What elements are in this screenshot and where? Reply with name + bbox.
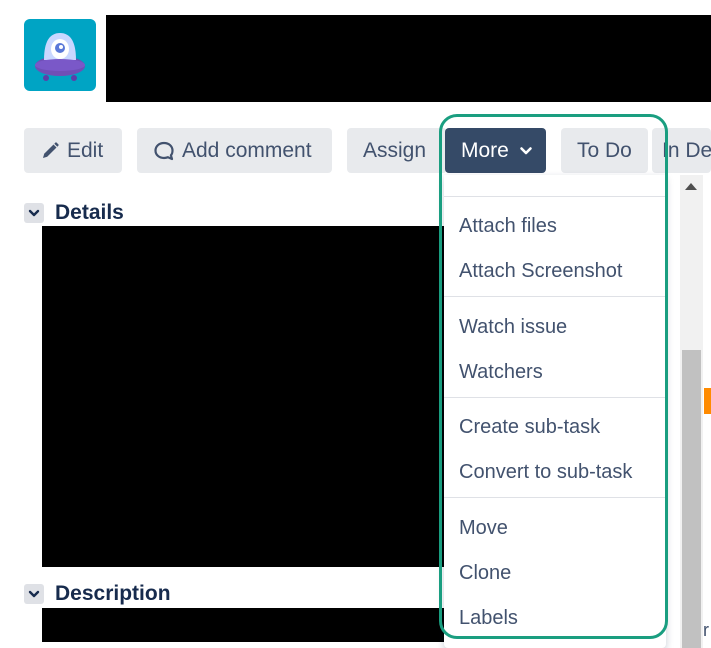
add-comment-label: Add comment bbox=[182, 138, 312, 162]
details-title: Details bbox=[55, 201, 124, 224]
details-section-header[interactable]: Details bbox=[24, 201, 124, 225]
scroll-up-arrow-icon[interactable] bbox=[685, 183, 697, 190]
assign-button[interactable]: Assign bbox=[347, 128, 447, 173]
in-development-label: In De bbox=[662, 138, 711, 162]
more-dropdown-menu: Attach files Attach Screenshot Watch iss… bbox=[444, 175, 666, 648]
menu-item-convert-to-sub-task[interactable]: Convert to sub-task bbox=[444, 452, 666, 492]
scrollbar-thumb[interactable] bbox=[682, 350, 701, 648]
in-development-button[interactable]: In De bbox=[652, 128, 711, 173]
menu-divider bbox=[444, 196, 666, 197]
chevron-down-icon bbox=[520, 146, 532, 154]
project-avatar[interactable] bbox=[24, 19, 96, 91]
redacted-description-content bbox=[42, 608, 444, 642]
menu-item-label: Attach Screenshot bbox=[459, 259, 623, 282]
description-section-header[interactable]: Description bbox=[24, 582, 171, 606]
add-comment-button[interactable]: Add comment bbox=[137, 128, 332, 173]
to-do-label: To Do bbox=[577, 138, 632, 162]
menu-item-label: Clone bbox=[459, 561, 512, 584]
menu-item-label: Labels bbox=[459, 606, 518, 629]
more-button[interactable]: More bbox=[445, 128, 546, 173]
pencil-icon bbox=[43, 141, 59, 158]
menu-item-watchers[interactable]: Watchers bbox=[444, 352, 666, 392]
menu-divider bbox=[444, 397, 666, 398]
menu-item-label: Watch issue bbox=[459, 315, 568, 338]
speech-bubble-icon bbox=[154, 141, 174, 160]
redacted-details-content bbox=[42, 226, 444, 567]
to-do-button[interactable]: To Do bbox=[561, 128, 648, 173]
chevron-down-icon[interactable] bbox=[24, 584, 44, 604]
menu-item-create-sub-task[interactable]: Create sub-task bbox=[444, 407, 666, 447]
redacted-issue-title bbox=[106, 15, 711, 102]
menu-item-label: Convert to sub-task bbox=[459, 460, 633, 483]
more-label: More bbox=[461, 138, 509, 162]
chevron-down-icon[interactable] bbox=[24, 203, 44, 223]
edit-button[interactable]: Edit bbox=[24, 128, 122, 173]
page-scrollbar[interactable] bbox=[680, 175, 703, 648]
menu-item-labels[interactable]: Labels bbox=[444, 598, 666, 638]
description-title: Description bbox=[55, 582, 171, 605]
menu-divider bbox=[444, 497, 666, 498]
assign-label: Assign bbox=[363, 138, 427, 162]
edit-label: Edit bbox=[67, 138, 104, 162]
clipped-text: r bbox=[703, 620, 709, 640]
menu-item-watch-issue[interactable]: Watch issue bbox=[444, 307, 666, 347]
menu-item-move[interactable]: Move bbox=[444, 508, 666, 548]
menu-item-label: Move bbox=[459, 516, 508, 539]
menu-item-label: Watchers bbox=[459, 360, 543, 383]
menu-item-label: Attach files bbox=[459, 214, 557, 237]
menu-item-label: Create sub-task bbox=[459, 415, 601, 438]
menu-item-attach-files[interactable]: Attach files bbox=[444, 206, 666, 246]
menu-item-clone[interactable]: Clone bbox=[444, 553, 666, 593]
status-indicator-partial bbox=[704, 388, 711, 414]
menu-item-attach-screenshot[interactable]: Attach Screenshot bbox=[444, 251, 666, 291]
menu-divider bbox=[444, 296, 666, 297]
alien-ufo-logo bbox=[35, 33, 85, 81]
